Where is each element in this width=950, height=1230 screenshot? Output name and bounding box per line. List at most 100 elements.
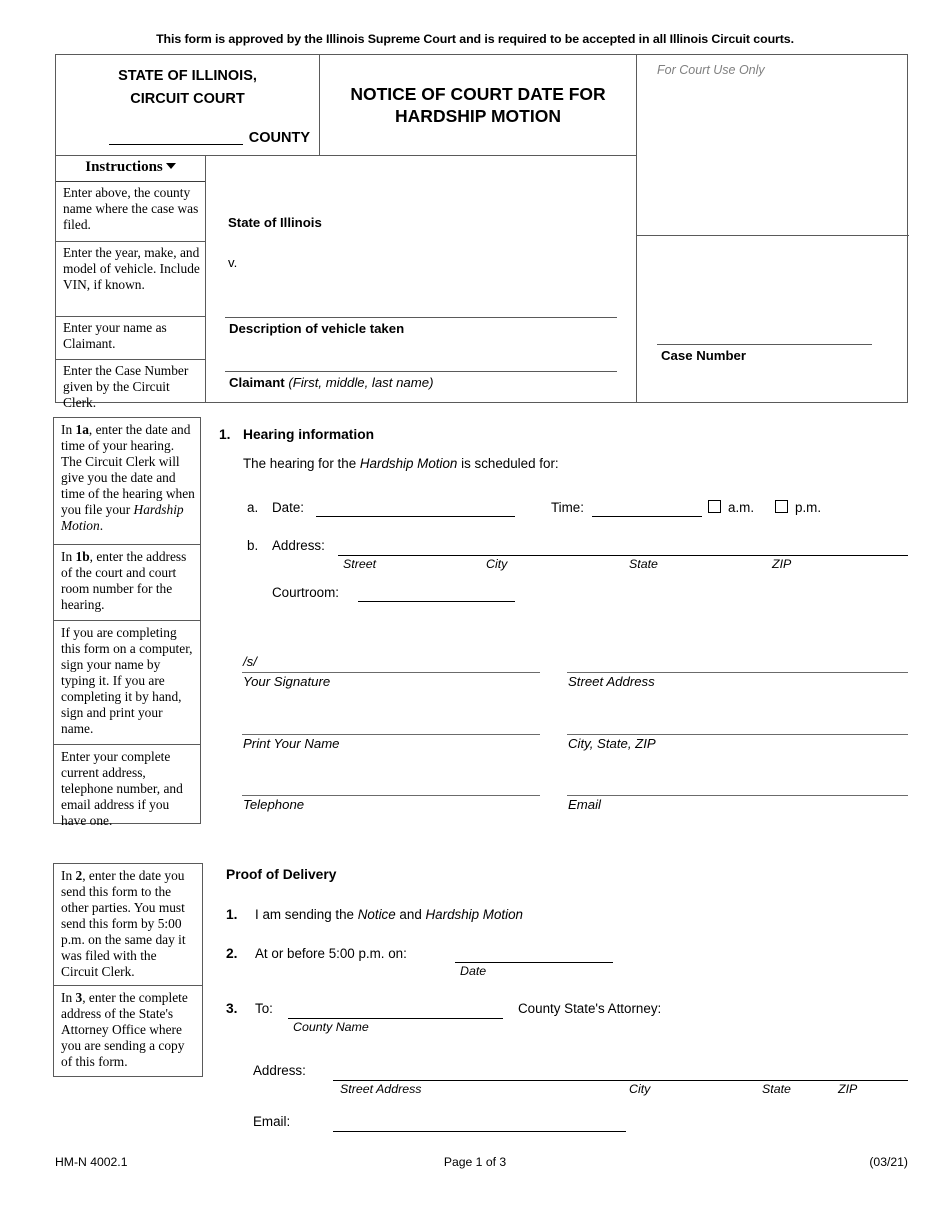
section-1-number: 1. (219, 427, 231, 442)
form-page: This form is approved by the Illinois Su… (0, 0, 950, 1230)
pm-label: p.m. (795, 500, 822, 515)
proof-address-hint-zip: ZIP (838, 1082, 858, 1096)
courtroom-label: Courtroom: (272, 585, 339, 600)
proof-item-3-to-label: To: (255, 1001, 273, 1016)
footer-revision-date: (03/21) (869, 1155, 908, 1169)
street-address-label: Street Address (568, 674, 655, 689)
county-name-input[interactable] (108, 129, 243, 145)
am-label: a.m. (728, 500, 755, 515)
print-name-label: Print Your Name (243, 736, 340, 751)
case-number-label: Case Number (661, 348, 747, 363)
courtroom-input[interactable] (358, 601, 515, 602)
vehicle-description-input[interactable] (225, 317, 617, 318)
delivery-date-hint: Date (460, 964, 487, 978)
city-state-zip-label: City, State, ZIP (568, 736, 656, 751)
proof-address-hint-street: Street Address (340, 1082, 422, 1096)
vehicle-description-label: Description of vehicle taken (229, 321, 405, 336)
header-instructions-column: Instructions Enter above, the county nam… (56, 156, 206, 410)
case-number-input[interactable] (657, 344, 872, 345)
plaintiff-name: State of Illinois (228, 215, 322, 230)
note-text-body: The Circuit Clerk will give you the date… (61, 454, 195, 534)
court-identification-cell: STATE OF ILLINOIS, CIRCUIT COURT COUNTY (56, 55, 320, 156)
chevron-down-icon (165, 163, 176, 169)
proof-address-hint-state: State (762, 1082, 791, 1096)
street-address-input[interactable] (567, 672, 908, 673)
proof-item-1-text: I am sending the Notice and Hardship Mot… (255, 907, 523, 922)
proof-item-2-number: 2. (226, 946, 238, 961)
form-title: NOTICE OF COURT DATE FOR HARDSHIP MOTION (320, 55, 637, 156)
instruction-item: Enter the year, make, and model of vehic… (56, 242, 205, 317)
versus-label: v. (228, 255, 238, 270)
sidebar-notes-section-2: In 2, enter the date you send this form … (53, 863, 203, 1077)
note-text-prefix: In 1a, enter the date and time of your h… (61, 422, 191, 454)
hearing-time-input[interactable] (592, 516, 702, 517)
note-item: In 1a, enter the date and time of your h… (54, 418, 200, 545)
footer-page-number: Page 1 of 3 (443, 1155, 507, 1169)
note-item: In 3, enter the complete address of the … (61, 990, 188, 1070)
proof-1-mid: and (395, 907, 426, 922)
note-item: Enter your complete current address, tel… (61, 749, 183, 829)
proof-email-label: Email: (253, 1114, 291, 1129)
address-label: Address: (272, 538, 325, 553)
print-name-input[interactable] (242, 734, 540, 735)
note-item: If you are completing this form on a com… (54, 621, 200, 745)
item-a-marker: a. (247, 500, 259, 515)
states-attorney-email-input[interactable] (333, 1131, 626, 1132)
form-header-table: STATE OF ILLINOIS, CIRCUIT COURT COUNTY … (55, 54, 909, 410)
instructions-header[interactable]: Instructions (56, 156, 205, 182)
instruction-item: Enter your name as Claimant. (56, 317, 205, 360)
section-1-intro: The hearing for the Hardship Motion is s… (243, 456, 559, 471)
approval-note: This form is approved by the Illinois Su… (156, 32, 794, 46)
instruction-item: Enter above, the county name where the c… (56, 182, 205, 242)
pm-checkbox[interactable] (775, 500, 788, 513)
signature-label: Your Signature (243, 674, 331, 689)
instructions-title: Instructions (85, 159, 163, 175)
claimant-label-text: Claimant (229, 375, 285, 390)
address-hint-street: Street (343, 557, 377, 571)
signature-input[interactable] (242, 672, 540, 673)
proof-1-notice: Notice (357, 907, 396, 922)
case-number-box: Case Number (637, 236, 909, 402)
city-state-zip-input[interactable] (567, 734, 908, 735)
date-label: Date: (272, 500, 305, 515)
delivery-date-input[interactable] (455, 962, 613, 963)
email-input[interactable] (567, 795, 908, 796)
intro-pre: The hearing for the (243, 456, 360, 471)
telephone-input[interactable] (242, 795, 540, 796)
hearing-address-input[interactable] (338, 555, 908, 556)
item-b-marker: b. (247, 538, 259, 553)
address-hint-state: State (629, 557, 658, 571)
claimant-name-input[interactable] (225, 371, 617, 372)
email-label: Email (568, 797, 601, 812)
hearing-date-input[interactable] (316, 516, 515, 517)
for-court-use-only-label: For Court Use Only (657, 63, 765, 77)
note-item: In 2, enter the date you send this form … (54, 864, 202, 986)
county-row: COUNTY (56, 129, 320, 146)
county-label: COUNTY (248, 130, 310, 146)
time-label: Time: (551, 500, 584, 515)
county-name-input-proof[interactable] (288, 1018, 503, 1019)
proof-address-label: Address: (253, 1063, 306, 1078)
states-attorney-suffix: County State's Attorney: (518, 1001, 662, 1016)
claimant-label: Claimant (First, middle, last name) (229, 375, 433, 390)
note-item: In 1b, enter the address of the court an… (54, 545, 200, 621)
intro-emphasis: Hardship Motion (359, 456, 458, 471)
proof-1-pre: I am sending the (255, 907, 358, 922)
case-caption-box: State of Illinois v. Description of vehi… (206, 156, 637, 402)
state-of-illinois-line: STATE OF ILLINOIS, (118, 68, 257, 84)
county-name-hint: County Name (293, 1020, 369, 1034)
address-hint-zip: ZIP (772, 557, 792, 571)
am-checkbox[interactable] (708, 500, 721, 513)
for-court-use-only-box: For Court Use Only (637, 55, 909, 236)
proof-of-delivery-title: Proof of Delivery (226, 867, 337, 882)
telephone-label: Telephone (243, 797, 305, 812)
proof-item-2-text: At or before 5:00 p.m. on: (255, 946, 407, 961)
proof-1-motion: Hardship Motion (425, 907, 524, 922)
claimant-hint: (First, middle, last name) (288, 375, 434, 390)
section-1-title: Hearing information (243, 427, 375, 442)
proof-item-1-number: 1. (226, 907, 238, 922)
proof-item-3-number: 3. (226, 1001, 238, 1016)
circuit-court-line: CIRCUIT COURT (130, 91, 245, 107)
proof-address-hint-city: City (629, 1082, 651, 1096)
states-attorney-address-input[interactable] (333, 1080, 908, 1081)
